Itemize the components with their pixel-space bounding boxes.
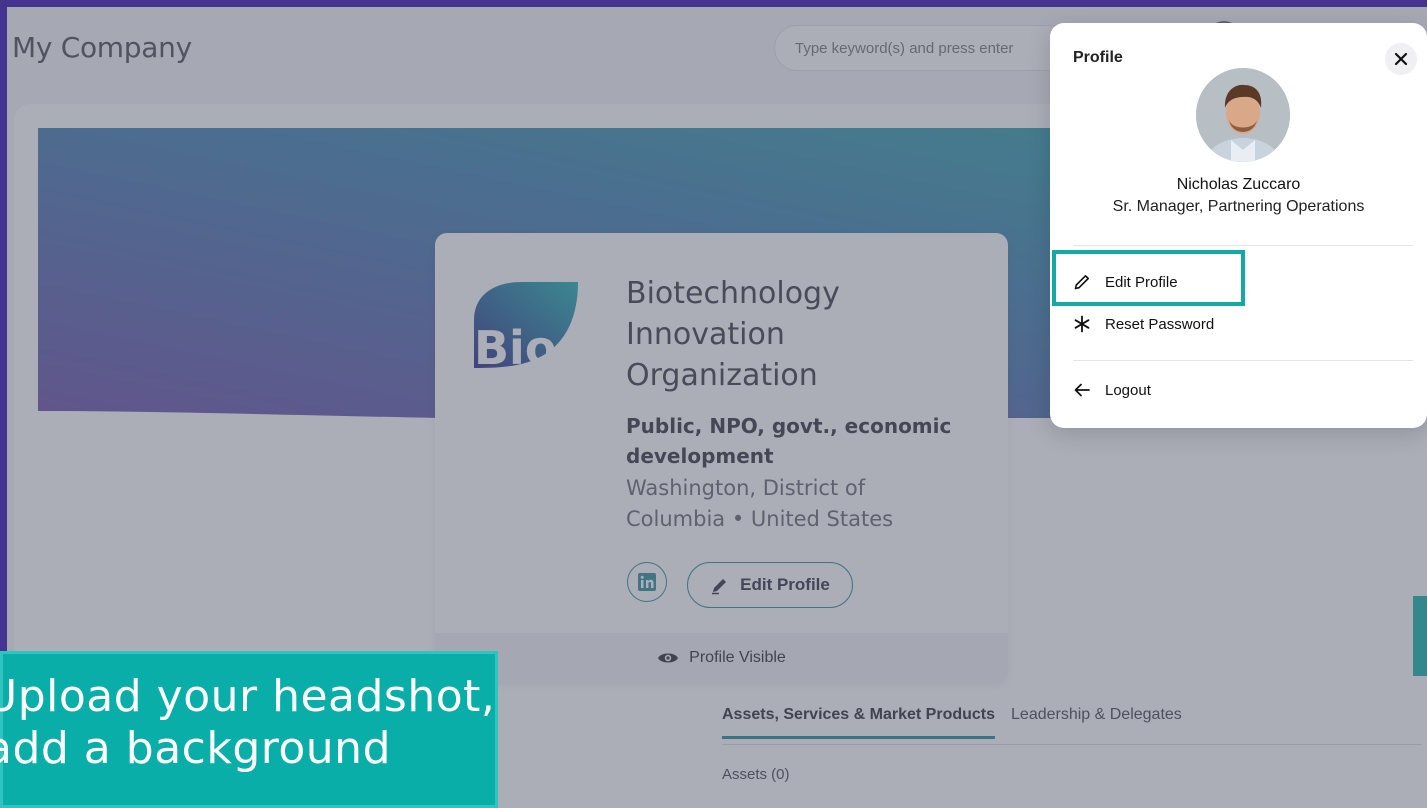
callout-text: Upload your headshot, add a background [0,671,496,774]
tutorial-highlight-box [1052,250,1245,306]
user-name: Nicholas Zuccaro [1176,176,1301,193]
tutorial-callout: Upload your headshot, add a background [0,651,498,808]
menu-item-logout[interactable]: Logout [1073,381,1151,399]
panel-title: Profile [1073,49,1123,66]
close-button[interactable] [1385,43,1417,75]
profile-dropdown-panel: Profile Nicholas Zuccaro Sr. Manager, Pa… [1050,23,1427,428]
menu-item-label: Logout [1105,381,1151,399]
menu-item-reset-password[interactable]: Reset Password [1073,315,1214,333]
close-icon [1394,52,1408,66]
user-role: Sr. Manager, Partnering Operations [1112,198,1365,215]
user-avatar [1196,68,1290,162]
divider [1073,245,1413,246]
asterisk-icon [1074,315,1090,333]
arrow-left-icon [1074,383,1090,397]
divider [1073,360,1413,361]
menu-item-label: Reset Password [1105,315,1215,333]
